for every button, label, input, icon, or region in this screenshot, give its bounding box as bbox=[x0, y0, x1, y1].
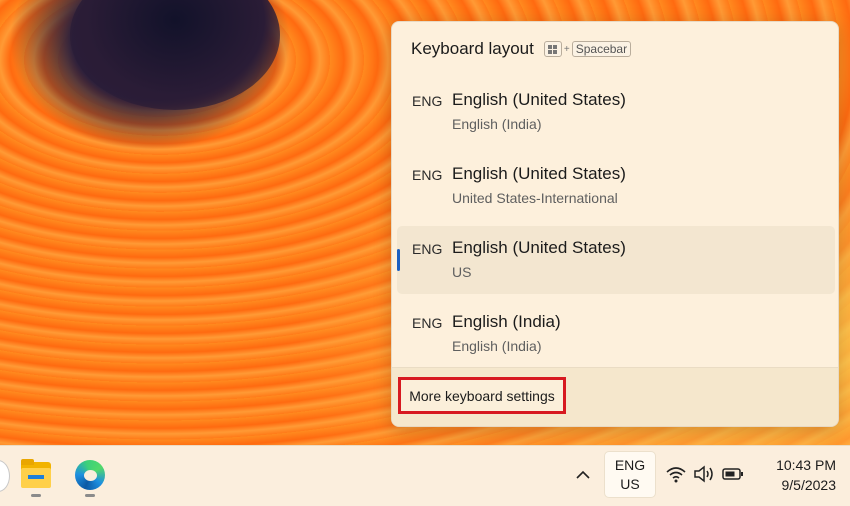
layout-keyboard: United States-International bbox=[452, 190, 618, 206]
layout-keyboard: English (India) bbox=[452, 338, 542, 354]
folder-icon[interactable] bbox=[19, 458, 53, 492]
layout-keyboard: US bbox=[452, 264, 472, 280]
battery-icon[interactable] bbox=[721, 465, 745, 483]
flyout-header: Keyboard layout + Spacebar bbox=[411, 38, 632, 60]
wifi-icon[interactable] bbox=[665, 465, 687, 483]
shortcut-plus: + bbox=[563, 43, 570, 55]
spacebar-key: Spacebar bbox=[571, 41, 632, 57]
windows-key-icon bbox=[543, 41, 562, 57]
layout-language: English (United States) bbox=[452, 238, 626, 257]
volume-icon[interactable] bbox=[693, 465, 715, 483]
clock[interactable]: 10:43 PM 9/5/2023 bbox=[760, 455, 836, 495]
lang-line2: US bbox=[620, 475, 640, 492]
partial-taskbar-icon[interactable] bbox=[0, 460, 10, 492]
layout-language: English (United States) bbox=[452, 90, 626, 109]
running-app-indicator bbox=[31, 494, 41, 497]
layout-item[interactable]: ENG English (India) English (India) bbox=[397, 303, 835, 371]
flyout-footer: More keyboard settings bbox=[392, 367, 838, 426]
wallpaper-shadow bbox=[70, 0, 280, 110]
input-language-indicator[interactable]: ENG US bbox=[604, 451, 656, 498]
clock-time: 10:43 PM bbox=[776, 457, 836, 473]
more-keyboard-settings-link[interactable]: More keyboard settings bbox=[398, 377, 566, 414]
keyboard-layout-flyout: Keyboard layout + Spacebar ENG English (… bbox=[391, 21, 839, 427]
layout-code: ENG bbox=[412, 167, 443, 183]
running-app-indicator bbox=[85, 494, 95, 497]
layout-code: ENG bbox=[412, 315, 443, 331]
layout-language: English (United States) bbox=[452, 164, 626, 183]
layout-language: English (India) bbox=[452, 312, 561, 331]
taskbar: ENG US 10:43 PM 9/5/2023 bbox=[0, 445, 850, 506]
layout-item[interactable]: ENG English (United States) United State… bbox=[397, 155, 835, 223]
layout-item-selected[interactable]: ENG English (United States) US bbox=[397, 226, 835, 294]
layout-code: ENG bbox=[412, 93, 443, 109]
layout-code: ENG bbox=[412, 241, 443, 257]
edge-icon[interactable] bbox=[73, 458, 107, 492]
clock-date: 9/5/2023 bbox=[781, 477, 837, 493]
selection-indicator bbox=[397, 249, 400, 271]
keyboard-shortcut-hint: + Spacebar bbox=[543, 41, 632, 57]
flyout-title: Keyboard layout bbox=[411, 39, 534, 58]
system-tray-icons[interactable] bbox=[665, 461, 745, 487]
layout-item[interactable]: ENG English (United States) English (Ind… bbox=[397, 81, 835, 149]
layout-keyboard: English (India) bbox=[452, 116, 542, 132]
lang-line1: ENG bbox=[614, 456, 646, 473]
show-hidden-icons-chevron-icon[interactable] bbox=[571, 462, 595, 486]
